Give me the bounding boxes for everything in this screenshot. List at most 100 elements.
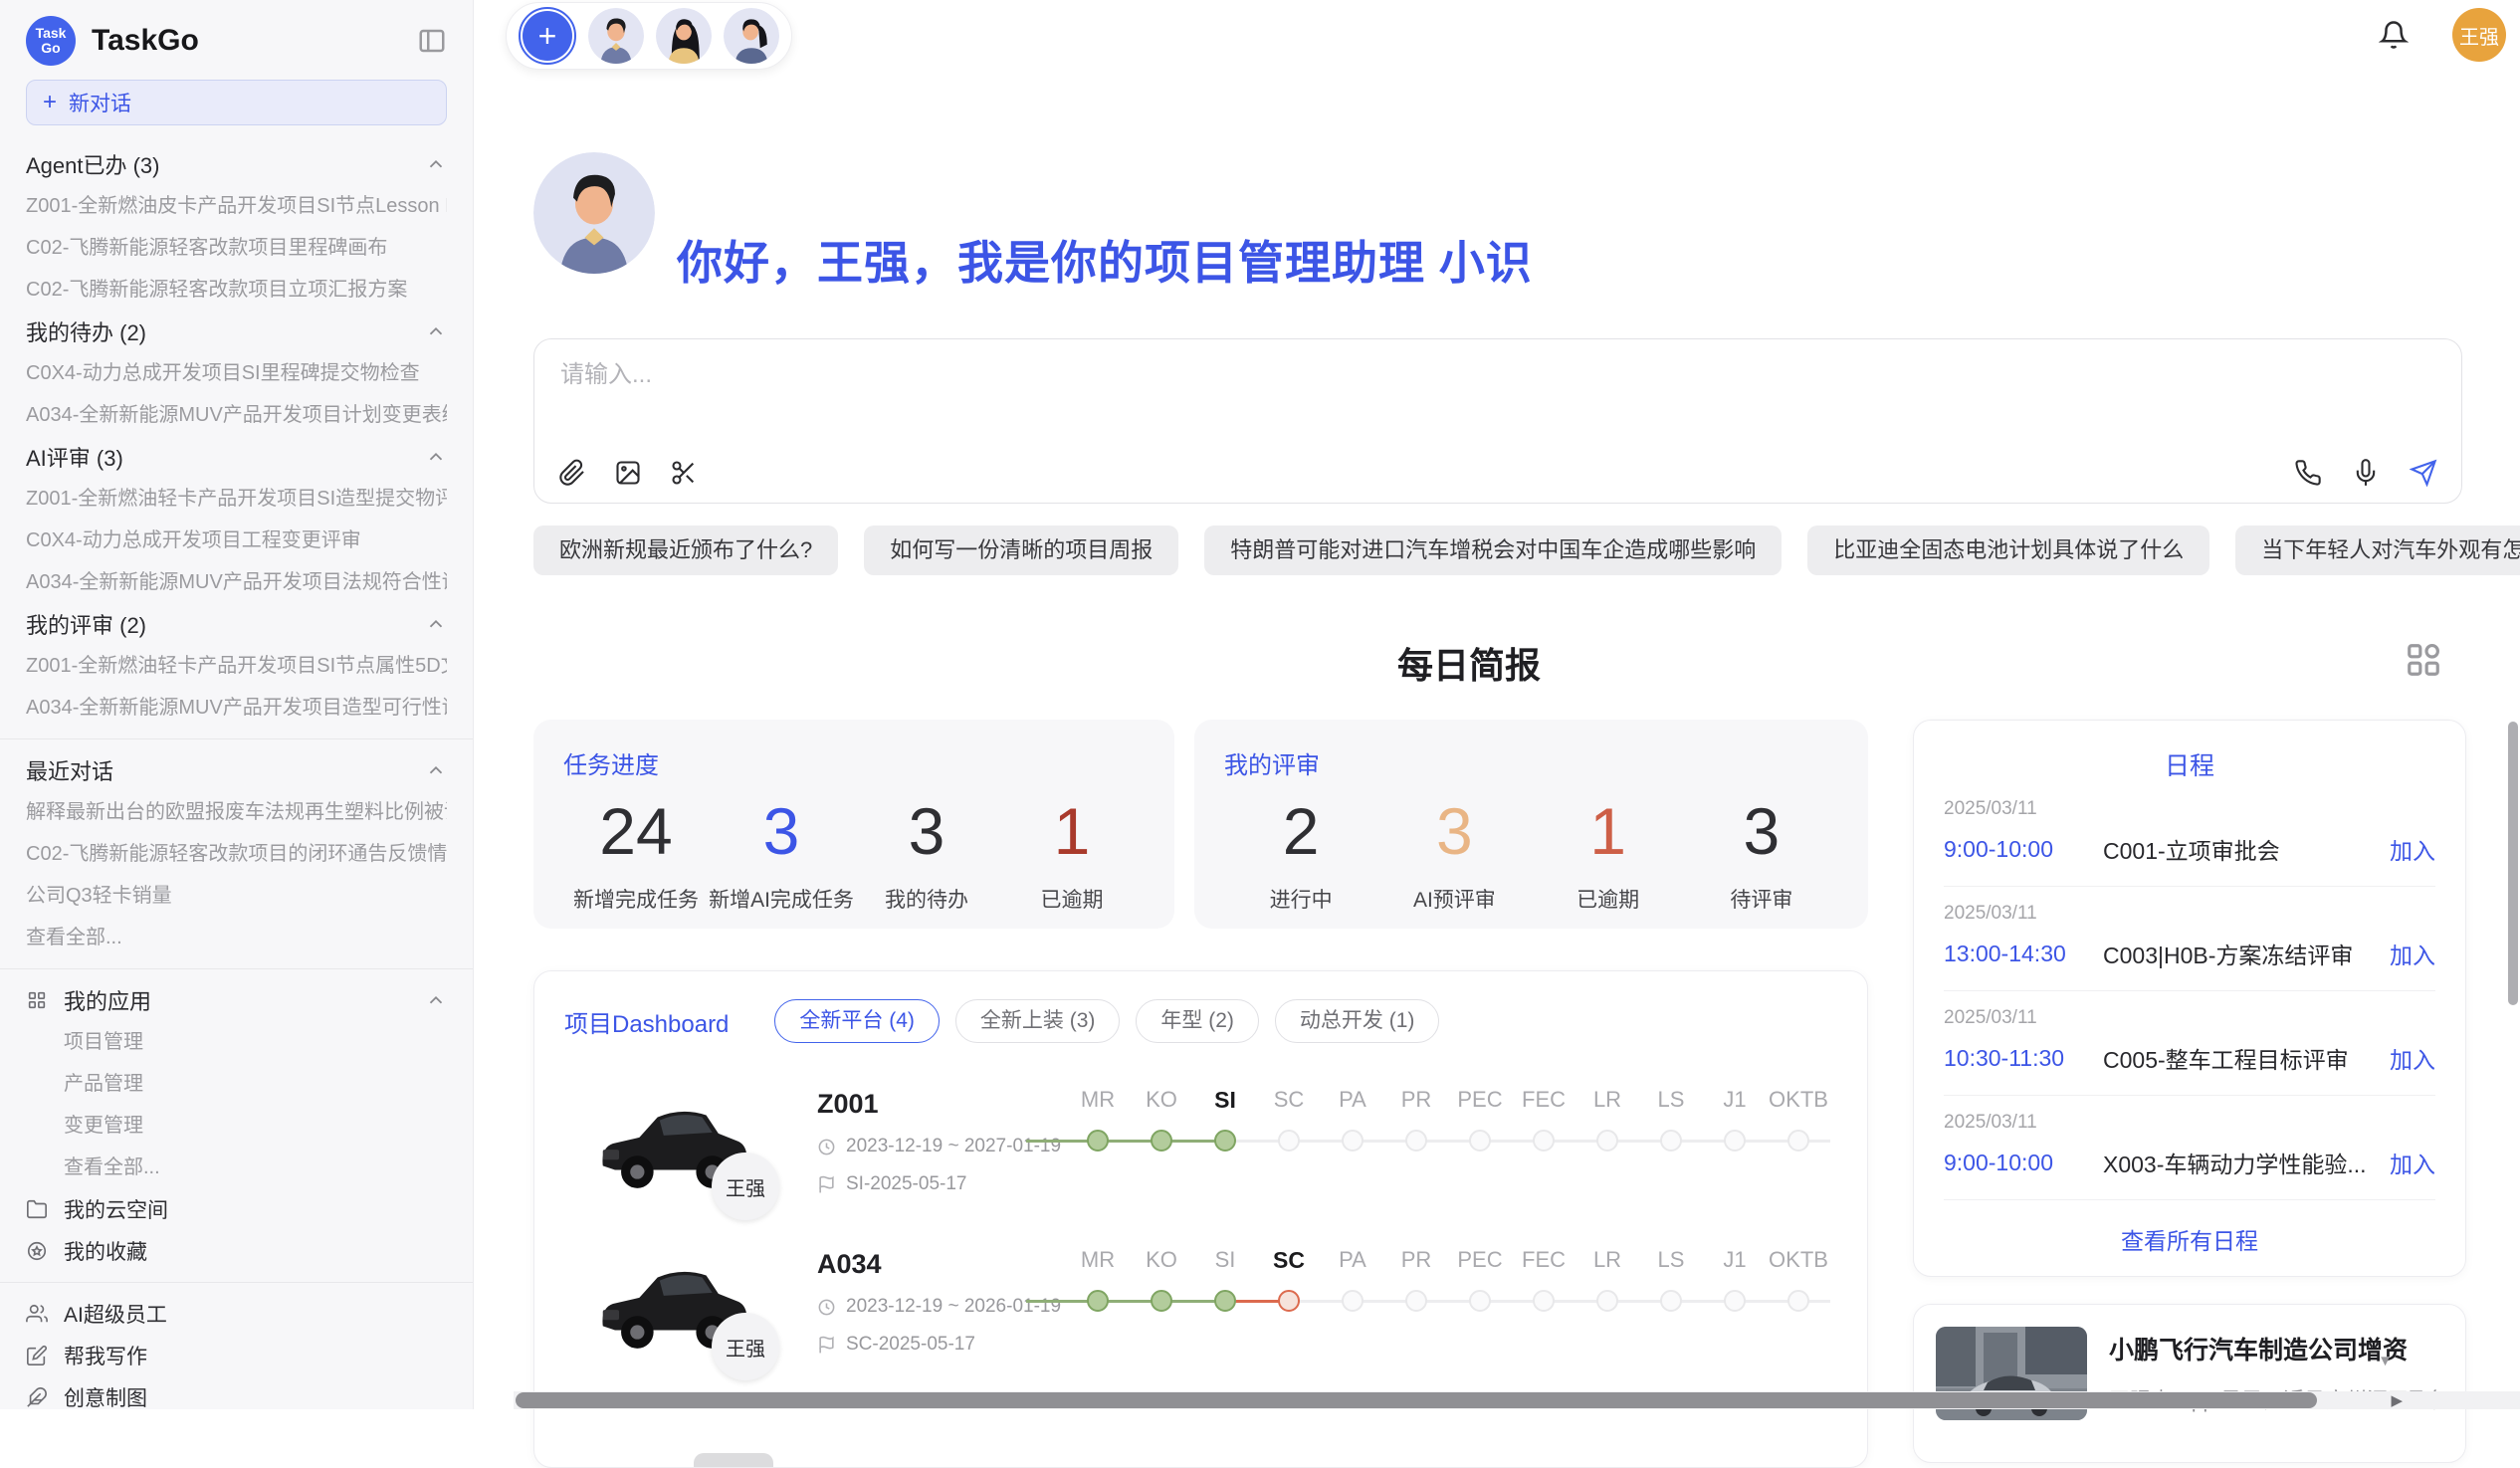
section-title: AI评审 (3) [26,441,123,473]
news-card[interactable]: 小鹏飞行汽车制造公司增资 天眼查 App 显示，近日广州汇天飞行汽... [1913,1304,2466,1463]
sidebar-item-cloud-space[interactable]: 我的云空间 [26,1188,447,1230]
horizontal-scrollbar[interactable] [514,1391,2520,1409]
view-all-schedule-link[interactable]: 查看所有日程 [1944,1222,2435,1256]
section-header-my-apps[interactable]: 我的应用 [26,979,447,1021]
ai-super-staff-label: AI超级员工 [64,1299,167,1329]
milestone-label: FEC [1512,1087,1575,1114]
milestone-date: SI-2025-05-17 [846,1173,966,1195]
stat-label: 已逾期 [999,884,1145,914]
sidebar-item-creative-drawing[interactable]: 创意制图 [26,1376,447,1418]
chevron-up-icon [425,613,447,635]
chevron-up-icon [425,989,447,1011]
sidebar-item[interactable]: 公司Q3轻卡销量 [26,875,447,917]
sidebar-item-favorites[interactable]: 我的收藏 [26,1230,447,1272]
join-link[interactable]: 加入 [2390,1041,2435,1075]
image-icon[interactable] [614,459,642,487]
sidebar-item[interactable]: C0X4-动力总成开发项目SI里程碑提交物检查 [26,352,447,394]
horizontal-scrollbar-thumb[interactable] [516,1392,2317,1408]
milestone-date: SC-2025-05-17 [846,1334,975,1356]
stat-value: 3 [1377,788,1531,874]
sidebar-item[interactable]: C02-飞腾新能源轻客改款项目立项汇报方案 [26,269,447,311]
stat-label: 进行中 [1224,884,1377,914]
sidebar-item[interactable]: A034-全新新能源MUV产品开发项目法规符合性评审 [26,561,447,603]
milestone-label: PA [1321,1087,1384,1114]
project-row[interactable]: 王强 Z001 2023-12-19 ~ 2027-01-19 SI-2025-… [564,1087,1837,1203]
entry-name: C001-立项审批会 [2103,832,2390,866]
sidebar-item[interactable]: C02-飞腾新能源轻客改款项目里程碑画布 [26,227,447,269]
sidebar-item[interactable]: C0X4-动力总成开发项目工程变更评审 [26,520,447,561]
microphone-icon[interactable] [2352,459,2380,487]
send-icon[interactable] [2410,459,2437,487]
suggestion-chip[interactable]: 当下年轻人对汽车外观有怎样的喜好趋势 [2235,525,2520,575]
stat: 3 我的待办 [854,788,999,914]
collapse-sidebar-icon[interactable] [417,26,447,56]
schedule-entry: 2025/03/11 13:00-14:30 C003|H0B-方案冻结评审 加… [1944,887,2435,991]
section-header-recent-chats[interactable]: 最近对话 [26,749,447,791]
sidebar-item[interactable]: 解释最新出台的欧盟报废车法规再生塑料比例被调至15%... [26,791,447,833]
entry-time: 9:00-10:00 [1944,836,2103,863]
sidebar-item[interactable]: Z001-全新燃油轻卡产品开发项目SI节点属性5D文件评审 [26,645,447,687]
section-header-ai-review[interactable]: AI评审 (3) [26,436,447,478]
sidebar-item-ai-super-staff[interactable]: AI超级员工 [26,1293,447,1335]
milestone-label: LS [1639,1247,1703,1274]
notification-bell-icon[interactable] [2379,20,2409,50]
sidebar-item[interactable]: A034-全新新能源MUV产品开发项目造型可行性评审 [26,687,447,729]
section-header-agent-done[interactable]: Agent已办 (3) [26,143,447,185]
app-title: TaskGo [92,24,417,58]
join-link[interactable]: 加入 [2390,937,2435,970]
entry-date: 2025/03/11 [1944,1112,2435,1134]
agent-avatar-2[interactable] [656,8,712,64]
owner-name: 王强 [726,1172,765,1201]
sidebar-item-change-mgmt[interactable]: 变更管理 [26,1105,447,1147]
project-row[interactable]: 王强 A034 2023-12-19 ~ 2026-01-19 SC-2025-… [564,1247,1837,1363]
dashboard-title: 项目Dashboard [564,1004,729,1039]
sidebar-item[interactable]: Z001-全新燃油轻卡产品开发项目SI造型提交物评审 [26,478,447,520]
suggestion-chip[interactable]: 比亚迪全固态电池计划具体说了什么 [1807,525,2209,575]
user-avatar[interactable]: 王强 [2452,8,2506,62]
card-title: 任务进度 [563,745,1145,780]
favorites-label: 我的收藏 [64,1236,147,1266]
section-header-my-todo[interactable]: 我的待办 (2) [26,311,447,352]
project-media: 王强 [564,1087,817,1203]
tab-new-platform[interactable]: 全新平台 (4) [774,999,940,1043]
plus-icon: + [43,89,57,116]
entry-date: 2025/03/11 [1944,1007,2435,1029]
sidebar-item-product-mgmt[interactable]: 产品管理 [26,1063,447,1105]
clock-icon [817,1298,836,1317]
suggestion-chip[interactable]: 特朗普可能对进口汽车增税会对中国车企造成哪些影响 [1204,525,1782,575]
milestone-label: PR [1384,1247,1448,1274]
tab-powertrain[interactable]: 动总开发 (1) [1275,999,1440,1043]
scissors-icon[interactable] [670,459,698,487]
suggestion-chip[interactable]: 欧洲新规最近颁布了什么? [533,525,838,575]
scroll-down-arrow[interactable]: ▼ [2378,1353,2393,1369]
chat-input[interactable] [560,361,1954,389]
tab-new-body[interactable]: 全新上装 (3) [955,999,1121,1043]
agent-avatar-1[interactable] [588,8,644,64]
sidebar-item-view-all-apps[interactable]: 查看全部... [26,1147,447,1188]
apps-grid-icon[interactable] [2405,641,2442,679]
new-chat-button[interactable]: + 新对话 [26,80,447,125]
agent-avatar-3[interactable] [724,8,779,64]
scroll-right-arrow[interactable]: ▶ [2391,1391,2403,1409]
project-milestone-date: SC-2025-05-17 [817,1334,1066,1356]
paperclip-icon[interactable] [558,459,586,487]
sidebar-item[interactable]: Z001-全新燃油皮卡产品开发项目SI节点Lesson Learn报告 [26,185,447,227]
sidebar-item[interactable]: C02-飞腾新能源轻客改款项目的闭环通告反馈情况 [26,833,447,875]
milestone-label: SC [1257,1087,1321,1114]
sidebar-item[interactable]: A034-全新新能源MUV产品开发项目计划变更表编写 [26,394,447,436]
tab-year-model[interactable]: 年型 (2) [1136,999,1259,1043]
stat: 3 待评审 [1685,788,1838,914]
suggestion-chip[interactable]: 如何写一份清晰的项目周报 [864,525,1178,575]
sidebar-item-view-all[interactable]: 查看全部... [26,917,447,958]
milestone-label: OKTB [1767,1087,1830,1114]
add-agent-button[interactable]: + [519,7,576,65]
join-link[interactable]: 加入 [2390,832,2435,866]
phone-icon[interactable] [2294,459,2322,487]
section-title: 我的待办 (2) [26,315,146,347]
join-link[interactable]: 加入 [2390,1146,2435,1179]
sidebar-item-help-me-write[interactable]: 帮我写作 [26,1335,447,1376]
vertical-scrollbar-thumb[interactable] [2508,722,2518,1005]
logo-line2: Go [41,41,60,56]
sidebar-item-project-mgmt[interactable]: 项目管理 [26,1021,447,1063]
section-header-my-review[interactable]: 我的评审 (2) [26,603,447,645]
